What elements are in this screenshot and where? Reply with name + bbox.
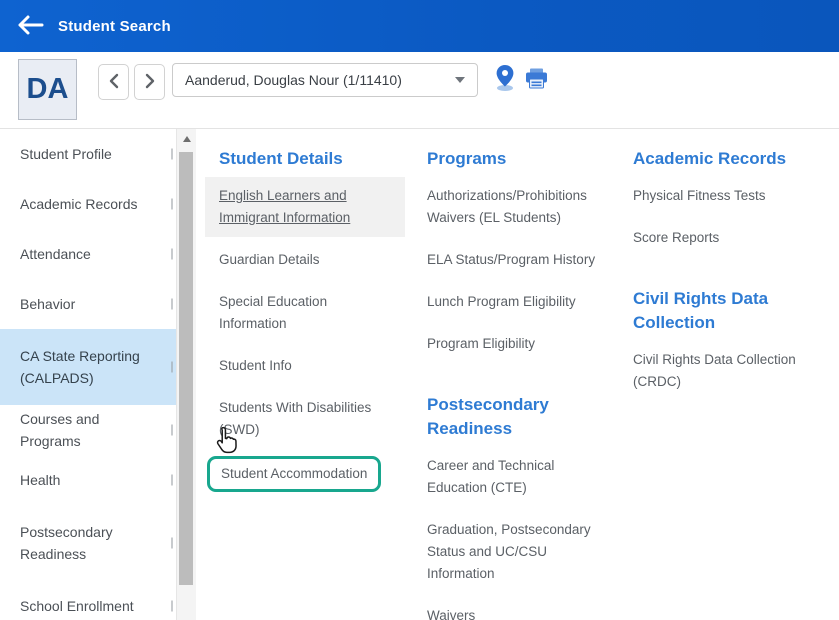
- sidebar-item-behavior[interactable]: Behavior: [0, 279, 176, 329]
- link-guardian-details[interactable]: Guardian Details: [205, 241, 405, 279]
- link-civil-rights-data-collection-crdc[interactable]: Civil Rights Data Collection (CRDC): [619, 341, 819, 401]
- student-search-page: Student Search DA Aanderud, Douglas Nour…: [0, 0, 839, 620]
- sidebar-item-label: Health: [20, 469, 60, 491]
- link-lunch-program-eligibility[interactable]: Lunch Program Eligibility: [413, 283, 613, 321]
- link-student-accommodation[interactable]: Student Accommodation: [210, 459, 378, 489]
- menu-column-2: Programs Authorizations/Prohibitions Wai…: [413, 141, 613, 620]
- sidebar-item-label: Behavior: [20, 293, 75, 315]
- link-score-reports[interactable]: Score Reports: [619, 219, 819, 257]
- sidebar-scrollbar[interactable]: [176, 129, 196, 620]
- sidebar-item-label: Academic Records: [20, 193, 138, 215]
- selected-student-name: Aanderud, Douglas Nour (1/11410): [185, 72, 447, 88]
- menu-column-1: Student Details English Learners and Imm…: [205, 141, 405, 492]
- sidebar-item-label: Student Profile: [20, 143, 112, 165]
- sidebar-item-courses-and-programs[interactable]: Courses and Programs: [0, 405, 176, 455]
- chevron-right-icon: [171, 538, 173, 549]
- section-academic-records: Academic Records: [619, 141, 819, 177]
- section-postsecondary-readiness: Postsecondary Readiness: [413, 387, 613, 447]
- page-title: Student Search: [58, 18, 171, 35]
- student-avatar: DA: [18, 59, 77, 120]
- link-program-eligibility[interactable]: Program Eligibility: [413, 325, 613, 363]
- link-ela-status-program-history[interactable]: ELA Status/Program History: [413, 241, 613, 279]
- next-student-button[interactable]: [134, 64, 165, 100]
- back-arrow-icon: [17, 14, 45, 39]
- sidebar-item-label: School Enrollment: [20, 595, 134, 617]
- section-student-details: Student Details: [205, 141, 405, 177]
- section-programs: Programs: [413, 141, 613, 177]
- link-students-with-disabilities-swd[interactable]: Students With Disabilities (SWD): [205, 389, 405, 449]
- link-english-learners-and-immigrant-information[interactable]: English Learners and Immigrant Informati…: [205, 177, 405, 237]
- sidebar-item-student-profile[interactable]: Student Profile: [0, 129, 176, 179]
- previous-student-button[interactable]: [98, 64, 129, 100]
- chevron-right-icon: [171, 299, 173, 310]
- triangle-up-icon: [183, 136, 191, 142]
- top-app-bar: Student Search: [0, 0, 839, 52]
- chevron-right-icon: [171, 362, 173, 373]
- chevron-right-icon: [171, 475, 173, 486]
- link-student-info[interactable]: Student Info: [205, 347, 405, 385]
- sidebar-item-label: Postsecondary Readiness: [20, 521, 158, 565]
- link-authorizations-prohibitions-waivers-el-students[interactable]: Authorizations/Prohibitions Waivers (EL …: [413, 177, 613, 237]
- scrollbar-thumb[interactable]: [179, 152, 193, 585]
- sidebar-item-school-enrollment[interactable]: School Enrollment: [0, 581, 176, 620]
- section-civil-rights-data-collection: Civil Rights Data Collection: [619, 281, 819, 341]
- student-location-button[interactable]: [493, 64, 517, 95]
- sidebar-item-academic-records[interactable]: Academic Records: [0, 179, 176, 229]
- student-toolbar: DA Aanderud, Douglas Nour (1/11410): [0, 52, 839, 129]
- student-selector-dropdown[interactable]: Aanderud, Douglas Nour (1/11410): [172, 63, 478, 97]
- chevron-right-icon: [171, 199, 173, 210]
- sidebar-item-health[interactable]: Health: [0, 455, 176, 505]
- link-physical-fitness-tests[interactable]: Physical Fitness Tests: [619, 177, 819, 215]
- print-button[interactable]: [525, 68, 548, 92]
- map-pin-icon: [493, 80, 517, 95]
- link-waivers[interactable]: Waivers: [413, 597, 613, 620]
- chevron-right-icon: [171, 249, 173, 260]
- sidebar-item-label: Attendance: [20, 243, 91, 265]
- chevron-right-icon: [144, 73, 156, 92]
- chevron-left-icon: [108, 73, 120, 92]
- printer-icon: [525, 77, 548, 92]
- click-highlight-ring: Student Accommodation: [207, 456, 381, 492]
- menu-column-3: Academic Records Physical Fitness Tests …: [619, 141, 819, 405]
- sidebar-item-postsecondary-readiness[interactable]: Postsecondary Readiness: [0, 505, 176, 581]
- link-graduation-postsecondary-status-uc-csu-information[interactable]: Graduation, Postsecondary Status and UC/…: [413, 511, 613, 593]
- back-button[interactable]: [8, 10, 54, 42]
- sidebar-item-ca-state-reporting-calpads[interactable]: CA State Reporting (CALPADS): [0, 329, 176, 405]
- sidebar-item-label: CA State Reporting (CALPADS): [20, 345, 158, 389]
- scrollbar-up-button[interactable]: [177, 129, 196, 149]
- sidebar-item-label: Courses and Programs: [20, 408, 158, 452]
- module-sidebar: Student Profile Academic Records Attenda…: [0, 129, 176, 620]
- link-special-education-information[interactable]: Special Education Information: [205, 283, 405, 343]
- chevron-right-icon: [171, 149, 173, 160]
- dropdown-caret-icon: [455, 77, 465, 83]
- link-career-and-technical-education-cte[interactable]: Career and Technical Education (CTE): [413, 447, 613, 507]
- calpads-menu-content: Student Details English Learners and Imm…: [196, 129, 839, 620]
- chevron-right-icon: [171, 425, 173, 436]
- sidebar-item-attendance[interactable]: Attendance: [0, 229, 176, 279]
- chevron-right-icon: [171, 601, 173, 612]
